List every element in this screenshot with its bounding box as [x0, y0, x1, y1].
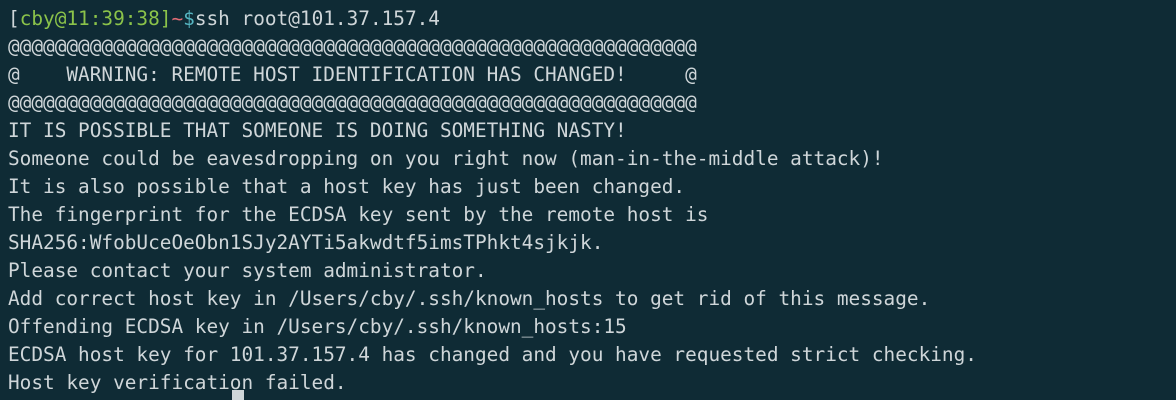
entered-command: ssh root@101.37.157.4 — [194, 7, 440, 30]
terminal-output: [cby@11:39:38]~$ssh root@101.37.157.4 @@… — [8, 5, 1176, 397]
output-line: @@@@@@@@@@@@@@@@@@@@@@@@@@@@@@@@@@@@@@@@… — [8, 35, 697, 58]
prompt-cwd: ~ — [171, 7, 184, 30]
next-prompt-line[interactable] — [8, 389, 244, 400]
output-line: Someone could be eavesdropping on you ri… — [8, 147, 884, 170]
output-line: Add correct host key in /Users/cby/.ssh/… — [8, 287, 931, 310]
prompt-user-host: cby@11:39:38] — [19, 7, 172, 30]
output-line: @ WARNING: REMOTE HOST IDENTIFICATION HA… — [8, 63, 697, 86]
terminal-window[interactable]: [cby@11:39:38]~$ssh root@101.37.157.4 @@… — [0, 0, 1176, 400]
prompt-open-bracket: [ — [8, 7, 20, 30]
output-line: @@@@@@@@@@@@@@@@@@@@@@@@@@@@@@@@@@@@@@@@… — [8, 91, 697, 114]
output-line: It is also possible that a host key has … — [8, 175, 686, 198]
output-line: Please contact your system administrator… — [8, 259, 487, 282]
command-prompt-line: [cby@11:39:38]~$ssh root@101.37.157.4 — [8, 5, 1176, 33]
output-line: Offending ECDSA key in /Users/cby/.ssh/k… — [8, 315, 627, 338]
output-line: SHA256:WfobUceOeObn1SJy2AYTi5akwdtf5imsT… — [8, 231, 604, 254]
output-line: The fingerprint for the ECDSA key sent b… — [8, 203, 709, 226]
output-line: IT IS POSSIBLE THAT SOMEONE IS DOING SOM… — [8, 119, 627, 142]
prompt-symbol: $ — [183, 7, 195, 30]
text-cursor — [232, 390, 244, 400]
output-line: ECDSA host key for 101.37.157.4 has chan… — [8, 343, 977, 366]
